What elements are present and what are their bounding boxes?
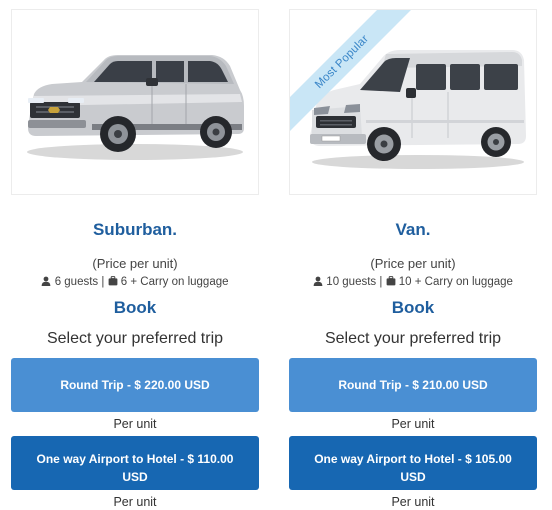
luggage-info: 6 + Carry on luggage [120,276,229,288]
vehicle-title: Suburban. [92,220,178,239]
round-trip-button[interactable]: Round Trip - $ 220.00 USD [11,358,259,412]
book-heading: Book [391,298,435,317]
capacity-info: 6 guests | 6 + Carry on luggage [11,275,259,289]
guests-count: 10 guests [326,276,377,288]
per-unit-label: Per unit [391,495,435,509]
separator: | [101,276,105,288]
suitcase-icon [386,276,395,286]
vehicle-card-van: Most Popular Van. (Price per unit) 10 gu… [289,0,537,510]
price-note: (Price per unit) [370,256,456,271]
suv-image [27,55,244,160]
luggage-info: 10 + Carry on luggage [398,276,513,288]
one-way-button[interactable]: One way Airport to Hotel - $ 110.00 USD [11,436,259,490]
book-heading: Book [113,298,157,317]
capacity-info: 10 guests | 10 + Carry on luggage [289,275,537,289]
round-trip-button[interactable]: Round Trip - $ 210.00 USD [289,358,537,412]
per-unit-label: Per unit [113,417,157,431]
select-trip-label: Select your preferred trip [324,330,502,347]
one-way-button[interactable]: One way Airport to Hotel - $ 105.00 USD [289,436,537,490]
separator: | [379,276,383,288]
per-unit-label: Per unit [391,417,435,431]
van-image [310,50,526,169]
user-icon [313,276,323,286]
vehicle-title: Van. [395,220,431,239]
guests-count: 6 guests [54,276,99,288]
vehicle-image-suburban [11,9,259,195]
per-unit-label: Per unit [113,495,157,509]
user-icon [42,276,51,286]
price-note: (Price per unit) [92,256,178,271]
suitcase-icon [108,276,117,286]
select-trip-label: Select your preferred trip [46,330,224,347]
vehicle-card-suburban: Suburban. (Price per unit) 6 guests | 6 … [11,0,259,510]
vehicle-image-van: Most Popular [289,9,537,195]
